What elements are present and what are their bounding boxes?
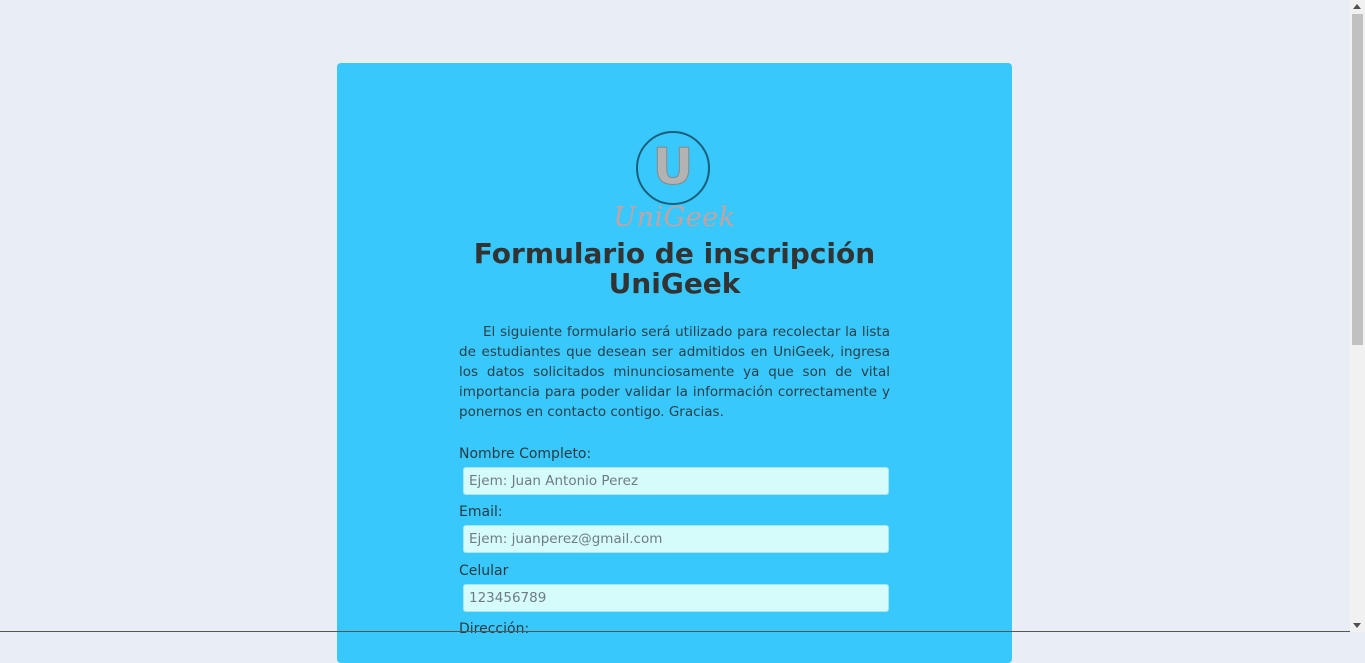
scroll-up-icon[interactable]	[1353, 4, 1361, 9]
registration-card: U UniGeek Formulario de inscripción UniG…	[337, 63, 1012, 663]
scrollbar-thumb[interactable]	[1352, 14, 1363, 345]
intro-paragraph: El siguiente formulario será utilizado p…	[459, 324, 890, 420]
unigeek-logo: U	[636, 131, 710, 205]
phone-label: Celular	[459, 563, 509, 579]
full-name-label: Nombre Completo:	[459, 446, 592, 462]
title-line-1: Formulario de inscripción	[473, 237, 876, 270]
address-label: Dirección:	[459, 621, 530, 637]
email-label: Email:	[459, 504, 503, 520]
page-title: Formulario de inscripción UniGeek	[337, 239, 1012, 299]
phone-input[interactable]	[463, 584, 889, 612]
logo-name: UniGeek	[613, 202, 736, 233]
vertical-scrollbar[interactable]	[1350, 0, 1365, 632]
email-input[interactable]	[463, 525, 889, 553]
full-name-input[interactable]	[463, 467, 889, 495]
logo-letter: U	[652, 138, 694, 196]
scroll-down-icon[interactable]	[1353, 623, 1361, 628]
title-line-2: UniGeek	[608, 267, 741, 300]
